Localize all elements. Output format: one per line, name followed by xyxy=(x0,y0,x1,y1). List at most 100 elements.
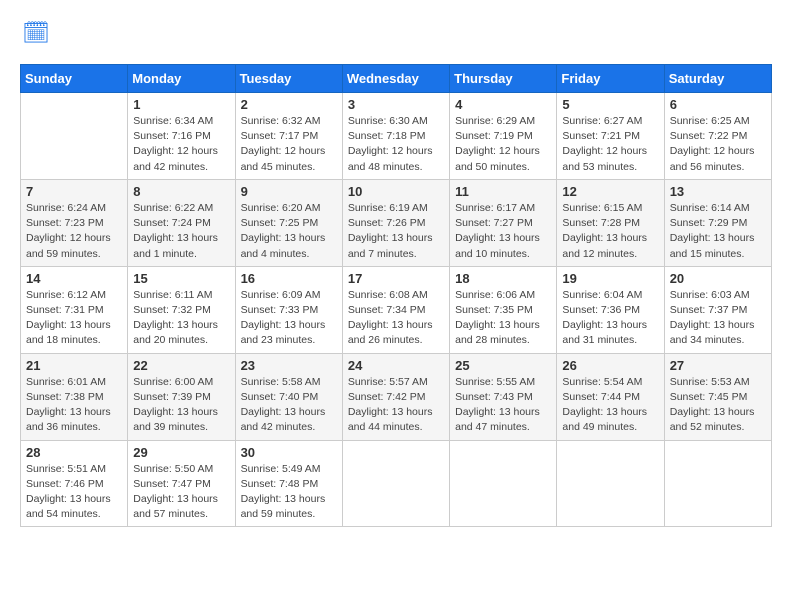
day-info: Sunrise: 5:49 AMSunset: 7:48 PMDaylight:… xyxy=(241,462,337,523)
calendar-cell: 29 Sunrise: 5:50 AMSunset: 7:47 PMDayligh… xyxy=(128,440,235,527)
day-info: Sunrise: 6:29 AMSunset: 7:19 PMDaylight:… xyxy=(455,114,551,175)
day-number: 4 xyxy=(455,97,551,112)
calendar-cell xyxy=(557,440,664,527)
day-number: 12 xyxy=(562,184,658,199)
day-info: Sunrise: 6:27 AMSunset: 7:21 PMDaylight:… xyxy=(562,114,658,175)
weekday-header-saturday: Saturday xyxy=(664,65,771,93)
calendar-cell: 7 Sunrise: 6:24 AMSunset: 7:23 PMDaylight… xyxy=(21,179,128,266)
weekday-header-thursday: Thursday xyxy=(450,65,557,93)
day-number: 11 xyxy=(455,184,551,199)
day-number: 28 xyxy=(26,445,122,460)
logo: 🗓 xyxy=(20,20,52,48)
day-number: 27 xyxy=(670,358,766,373)
day-number: 20 xyxy=(670,271,766,286)
day-info: Sunrise: 6:24 AMSunset: 7:23 PMDaylight:… xyxy=(26,201,122,262)
calendar-cell: 4 Sunrise: 6:29 AMSunset: 7:19 PMDaylight… xyxy=(450,93,557,180)
calendar-cell: 16Sunrise: 6:09 AMSunset: 7:33 PMDayligh… xyxy=(235,266,342,353)
day-info: Sunrise: 6:34 AMSunset: 7:16 PMDaylight:… xyxy=(133,114,229,175)
day-info: Sunrise: 6:12 AMSunset: 7:31 PMDaylight:… xyxy=(26,288,122,349)
day-info: Sunrise: 6:11 AMSunset: 7:32 PMDaylight:… xyxy=(133,288,229,349)
day-number: 7 xyxy=(26,184,122,199)
day-number: 9 xyxy=(241,184,337,199)
calendar-cell: 5 Sunrise: 6:27 AMSunset: 7:21 PMDaylight… xyxy=(557,93,664,180)
calendar-cell: 21 Sunrise: 6:01 AMSunset: 7:38 PMDayligh… xyxy=(21,353,128,440)
calendar-cell: 11 Sunrise: 6:17 AMSunset: 7:27 PMDayligh… xyxy=(450,179,557,266)
weekday-header-friday: Friday xyxy=(557,65,664,93)
day-number: 6 xyxy=(670,97,766,112)
calendar-table: SundayMondayTuesdayWednesdayThursdayFrid… xyxy=(20,64,772,527)
calendar-cell: 1 Sunrise: 6:34 AMSunset: 7:16 PMDaylight… xyxy=(128,93,235,180)
day-number: 25 xyxy=(455,358,551,373)
day-info: Sunrise: 6:06 AMSunset: 7:35 PMDaylight:… xyxy=(455,288,551,349)
day-number: 15 xyxy=(133,271,229,286)
calendar-cell: 30 Sunrise: 5:49 AMSunset: 7:48 PMDayligh… xyxy=(235,440,342,527)
day-info: Sunrise: 5:58 AMSunset: 7:40 PMDaylight:… xyxy=(241,375,337,436)
day-number: 22 xyxy=(133,358,229,373)
calendar-cell: 14 Sunrise: 6:12 AMSunset: 7:31 PMDayligh… xyxy=(21,266,128,353)
day-number: 14 xyxy=(26,271,122,286)
day-info: Sunrise: 6:30 AMSunset: 7:18 PMDaylight:… xyxy=(348,114,444,175)
day-number: 3 xyxy=(348,97,444,112)
calendar-cell: 20Sunrise: 6:03 AMSunset: 7:37 PMDayligh… xyxy=(664,266,771,353)
day-info: Sunrise: 5:57 AMSunset: 7:42 PMDaylight:… xyxy=(348,375,444,436)
day-info: Sunrise: 5:51 AMSunset: 7:46 PMDaylight:… xyxy=(26,462,122,523)
day-number: 8 xyxy=(133,184,229,199)
day-info: Sunrise: 6:22 AMSunset: 7:24 PMDaylight:… xyxy=(133,201,229,262)
day-info: Sunrise: 6:04 AMSunset: 7:36 PMDaylight:… xyxy=(562,288,658,349)
calendar-cell xyxy=(664,440,771,527)
day-number: 1 xyxy=(133,97,229,112)
calendar-cell: 25 Sunrise: 5:55 AMSunset: 7:43 PMDayligh… xyxy=(450,353,557,440)
day-info: Sunrise: 5:50 AMSunset: 7:47 PMDaylight:… xyxy=(133,462,229,523)
weekday-header-sunday: Sunday xyxy=(21,65,128,93)
calendar-cell: 2 Sunrise: 6:32 AMSunset: 7:17 PMDaylight… xyxy=(235,93,342,180)
day-info: Sunrise: 5:55 AMSunset: 7:43 PMDaylight:… xyxy=(455,375,551,436)
svg-text:🗓: 🗓 xyxy=(22,20,48,45)
calendar-cell xyxy=(450,440,557,527)
calendar-cell xyxy=(21,93,128,180)
day-info: Sunrise: 6:17 AMSunset: 7:27 PMDaylight:… xyxy=(455,201,551,262)
day-info: Sunrise: 6:09 AMSunset: 7:33 PMDaylight:… xyxy=(241,288,337,349)
day-number: 18 xyxy=(455,271,551,286)
calendar-cell: 23Sunrise: 5:58 AMSunset: 7:40 PMDayligh… xyxy=(235,353,342,440)
day-info: Sunrise: 6:14 AMSunset: 7:29 PMDaylight:… xyxy=(670,201,766,262)
calendar-cell: 6 Sunrise: 6:25 AMSunset: 7:22 PMDaylight… xyxy=(664,93,771,180)
week-row-5: 28 Sunrise: 5:51 AMSunset: 7:46 PMDayligh… xyxy=(21,440,772,527)
calendar-cell: 12 Sunrise: 6:15 AMSunset: 7:28 PMDayligh… xyxy=(557,179,664,266)
weekday-header-monday: Monday xyxy=(128,65,235,93)
calendar-cell: 15 Sunrise: 6:11 AMSunset: 7:32 PMDayligh… xyxy=(128,266,235,353)
week-row-3: 14 Sunrise: 6:12 AMSunset: 7:31 PMDayligh… xyxy=(21,266,772,353)
day-info: Sunrise: 5:54 AMSunset: 7:44 PMDaylight:… xyxy=(562,375,658,436)
calendar-cell: 28 Sunrise: 5:51 AMSunset: 7:46 PMDayligh… xyxy=(21,440,128,527)
calendar-cell: 3 Sunrise: 6:30 AMSunset: 7:18 PMDaylight… xyxy=(342,93,449,180)
day-info: Sunrise: 6:32 AMSunset: 7:17 PMDaylight:… xyxy=(241,114,337,175)
day-number: 30 xyxy=(241,445,337,460)
week-row-4: 21 Sunrise: 6:01 AMSunset: 7:38 PMDayligh… xyxy=(21,353,772,440)
day-info: Sunrise: 6:20 AMSunset: 7:25 PMDaylight:… xyxy=(241,201,337,262)
calendar-cell: 19 Sunrise: 6:04 AMSunset: 7:36 PMDayligh… xyxy=(557,266,664,353)
calendar-cell: 24Sunrise: 5:57 AMSunset: 7:42 PMDayligh… xyxy=(342,353,449,440)
day-number: 10 xyxy=(348,184,444,199)
calendar-cell: 18 Sunrise: 6:06 AMSunset: 7:35 PMDayligh… xyxy=(450,266,557,353)
calendar-cell xyxy=(342,440,449,527)
calendar-cell: 26 Sunrise: 5:54 AMSunset: 7:44 PMDayligh… xyxy=(557,353,664,440)
week-row-1: 1 Sunrise: 6:34 AMSunset: 7:16 PMDaylight… xyxy=(21,93,772,180)
day-number: 21 xyxy=(26,358,122,373)
day-info: Sunrise: 6:25 AMSunset: 7:22 PMDaylight:… xyxy=(670,114,766,175)
day-number: 13 xyxy=(670,184,766,199)
day-info: Sunrise: 6:19 AMSunset: 7:26 PMDaylight:… xyxy=(348,201,444,262)
day-info: Sunrise: 6:01 AMSunset: 7:38 PMDaylight:… xyxy=(26,375,122,436)
day-number: 17 xyxy=(348,271,444,286)
day-number: 19 xyxy=(562,271,658,286)
logo-icon: 🗓 xyxy=(20,20,48,48)
calendar-cell: 8 Sunrise: 6:22 AMSunset: 7:24 PMDaylight… xyxy=(128,179,235,266)
calendar-cell: 17Sunrise: 6:08 AMSunset: 7:34 PMDayligh… xyxy=(342,266,449,353)
weekday-header-wednesday: Wednesday xyxy=(342,65,449,93)
calendar-cell: 22Sunrise: 6:00 AMSunset: 7:39 PMDayligh… xyxy=(128,353,235,440)
day-number: 29 xyxy=(133,445,229,460)
calendar-cell: 10 Sunrise: 6:19 AMSunset: 7:26 PMDayligh… xyxy=(342,179,449,266)
day-number: 5 xyxy=(562,97,658,112)
day-number: 2 xyxy=(241,97,337,112)
day-number: 26 xyxy=(562,358,658,373)
day-info: Sunrise: 6:15 AMSunset: 7:28 PMDaylight:… xyxy=(562,201,658,262)
calendar-cell: 9 Sunrise: 6:20 AMSunset: 7:25 PMDaylight… xyxy=(235,179,342,266)
